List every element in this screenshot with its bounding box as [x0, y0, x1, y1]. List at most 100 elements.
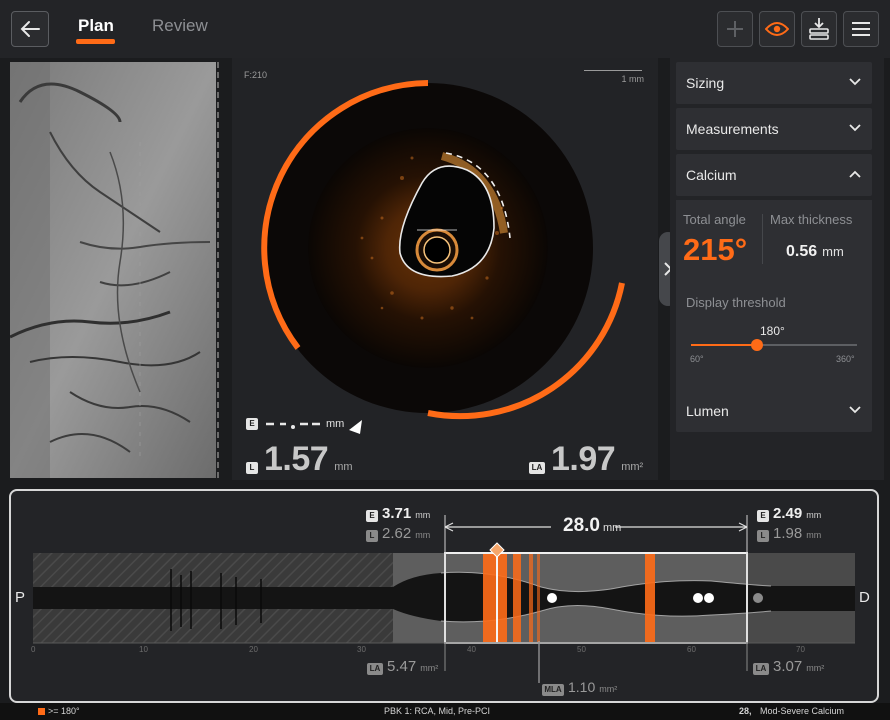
mla-unit: mm² — [599, 684, 618, 694]
threshold-slider-thumb[interactable] — [751, 339, 764, 351]
accordion-calcium[interactable]: Calcium — [676, 154, 872, 196]
chevron-down-icon — [849, 124, 861, 132]
right-panel: Sizing Measurements Calcium Total angle … — [670, 58, 884, 480]
top-bar: Plan Review — [0, 0, 890, 58]
left-ref-e-unit: mm — [415, 510, 431, 520]
tick-label: 20 — [249, 645, 258, 654]
max-thickness-label: Max thickness — [770, 212, 853, 227]
total-angle-value: 215° — [683, 232, 748, 267]
area-readout: LA 1.97 mm² — [529, 440, 643, 479]
right-ref-e-badge: E — [757, 510, 769, 522]
right-ref-l-value: 1.98 — [773, 525, 803, 542]
length-value: 28.0 — [563, 515, 600, 536]
right-ref-la-value: 3.07 — [773, 658, 803, 675]
right-ref-e-unit: mm — [806, 510, 822, 520]
area-unit: mm² — [621, 461, 644, 473]
mla-readout: MLA 1.10 mm² — [542, 679, 617, 696]
left-ref-diameter: L 2.62 mm — [366, 525, 430, 542]
expansion-badge: E — [246, 418, 258, 430]
mla-value: 1.10 — [568, 679, 596, 695]
left-ref-area: LA 5.47 mm² — [367, 658, 438, 675]
tab-review[interactable]: Review — [152, 16, 208, 36]
threshold-max: 360° — [836, 354, 855, 364]
area-badge: LA — [529, 462, 545, 474]
left-ref-la-value: 5.47 — [387, 658, 417, 675]
download-stack-icon — [809, 18, 829, 40]
right-ref-la-unit: mm² — [806, 663, 825, 673]
chevron-up-icon — [849, 170, 861, 178]
left-ref-expansion: E 3.71 mm — [366, 505, 430, 522]
plus-icon — [727, 21, 743, 37]
left-ref-la-badge: LA — [367, 663, 383, 675]
sizing-label: Sizing — [686, 75, 725, 91]
longitudinal-graphic — [33, 515, 855, 683]
angiogram-image[interactable] — [10, 62, 216, 478]
left-ref-l-badge: L — [366, 530, 378, 542]
threshold-label: Display threshold — [686, 295, 786, 310]
right-ref-expansion: E 2.49 mm — [757, 505, 821, 522]
eye-icon — [765, 22, 789, 36]
calcium-details: Total angle 215° Max thickness 0.56 mm D… — [676, 200, 872, 400]
max-thickness-unit: mm — [822, 244, 844, 259]
left-ref-l-value: 2.62 — [382, 525, 412, 542]
tick-label: 30 — [357, 645, 366, 654]
segment-length: 28.0 mm — [563, 515, 621, 537]
lumen-label: Lumen — [686, 403, 729, 419]
accordion-lumen[interactable]: Lumen — [676, 390, 872, 432]
right-ref-area: LA 3.07 mm² — [753, 658, 824, 675]
diameter-readout: L 1.57 mm — [246, 440, 353, 479]
tab-plan[interactable]: Plan — [78, 16, 114, 36]
calcium-count: 28, — [739, 706, 752, 716]
oct-image — [261, 80, 625, 434]
back-button[interactable] — [11, 11, 49, 47]
active-tab-indicator — [76, 39, 115, 44]
threshold-min: 60° — [690, 354, 704, 364]
left-ref-la-unit: mm² — [420, 663, 439, 673]
measurements-label: Measurements — [686, 121, 779, 137]
tick-label: 0 — [31, 645, 36, 654]
area-value: 1.97 — [551, 440, 616, 478]
diameter-value: 1.57 — [264, 440, 329, 478]
length-unit: mm — [602, 522, 622, 534]
left-ref-e-badge: E — [366, 510, 378, 522]
menu-button[interactable] — [843, 11, 879, 47]
diameter-badge: L — [246, 462, 258, 474]
threshold-slider-track[interactable] — [691, 339, 857, 351]
max-thickness-readout: 0.56 mm — [786, 243, 844, 261]
metric-divider — [762, 214, 763, 264]
accordion-sizing[interactable]: Sizing — [676, 62, 872, 104]
export-button[interactable] — [801, 11, 837, 47]
calcium-legend-label: >= 180° — [48, 706, 80, 716]
threshold-value: 180° — [760, 324, 785, 338]
accordion-measurements[interactable]: Measurements — [676, 108, 872, 150]
angiogram-vessels — [10, 62, 216, 478]
tick-label: 60 — [687, 645, 696, 654]
right-ref-diameter: L 1.98 mm — [757, 525, 821, 542]
calcium-legend-swatch — [38, 708, 45, 715]
tick-label: 70 — [796, 645, 805, 654]
tick-label: 10 — [139, 645, 148, 654]
tick-label: 50 — [577, 645, 586, 654]
right-ref-l-badge: L — [757, 530, 769, 542]
tick-label: 40 — [467, 645, 476, 654]
menu-icon — [852, 22, 870, 36]
chevron-down-icon — [849, 78, 861, 86]
distal-label: D — [859, 589, 870, 606]
left-ref-l-unit: mm — [415, 530, 431, 540]
total-angle-label: Total angle — [683, 212, 746, 227]
add-button[interactable] — [717, 11, 753, 47]
status-footer: >= 180° PBK 1: RCA, Mid, Pre-PCI 28, Mod… — [0, 703, 890, 720]
angiogram-divider — [217, 62, 220, 478]
mla-badge: MLA — [542, 684, 564, 696]
dashed-measure-icon — [266, 422, 320, 429]
expansion-measure: E mm — [246, 418, 344, 430]
proximal-label: P — [15, 589, 26, 606]
oct-cross-section-view[interactable]: F:210 1 mm E mm L 1.57 mm LA 1.97 mm² — [232, 58, 658, 480]
diameter-unit: mm — [334, 461, 353, 473]
longitudinal-view[interactable]: P D 0 10 20 30 40 50 60 70 28.0 mm E 3.7… — [9, 489, 879, 703]
calcium-label: Calcium — [686, 167, 737, 183]
max-thickness-value: 0.56 — [786, 243, 818, 260]
right-ref-e-value: 2.49 — [773, 505, 803, 522]
right-ref-l-unit: mm — [806, 530, 822, 540]
visibility-button[interactable] — [759, 11, 795, 47]
